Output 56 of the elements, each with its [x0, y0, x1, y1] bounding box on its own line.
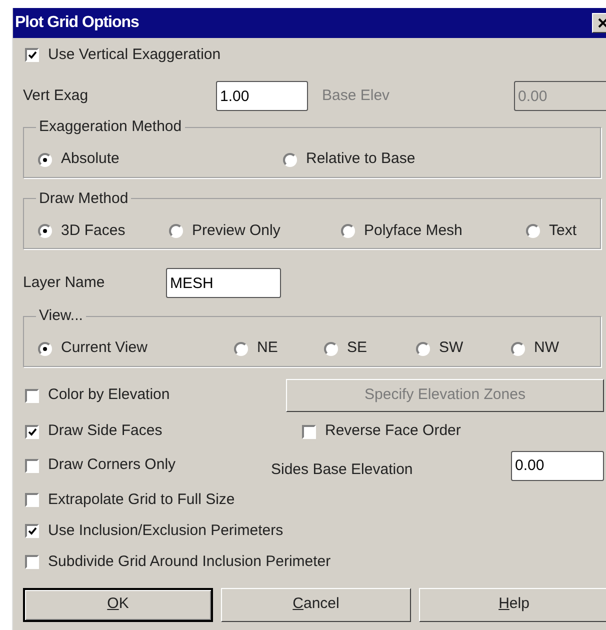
radio-label: Text: [549, 220, 577, 241]
checkbox[interactable]: [25, 424, 39, 438]
text-field[interactable]: 1.00: [216, 81, 308, 111]
checkbox-label: Use Vertical Exaggeration: [48, 44, 221, 65]
field-label: Vert Exag: [23, 86, 90, 106]
radio-label: SW: [439, 338, 464, 358]
radio-label: Current View: [61, 338, 148, 358]
check-icon: [28, 527, 36, 535]
check-icon: [28, 51, 36, 59]
radio-label: Polyface Mesh: [364, 220, 462, 241]
dialog-button[interactable]: Help: [419, 588, 606, 622]
checkbox[interactable]: [25, 48, 39, 62]
group-title: Draw Method: [38, 188, 130, 208]
radio-button[interactable]: [38, 342, 52, 356]
check-icon: [28, 428, 36, 436]
checkbox[interactable]: [25, 458, 39, 472]
checkbox-label: Color by Elevation: [48, 385, 170, 406]
radio-label: Relative to Base: [306, 149, 416, 170]
radio-label: 3D Faces: [61, 220, 126, 241]
text-field[interactable]: MESH: [166, 268, 281, 298]
window-title: Plot Grid Options: [15, 13, 139, 33]
radio-button[interactable]: [234, 342, 248, 356]
checkbox-label: Subdivide Grid Around Inclusion Perimeter: [48, 552, 331, 572]
radio-label: Absolute: [61, 149, 120, 170]
radio-button[interactable]: [416, 342, 430, 356]
radio-label: Preview Only: [192, 220, 280, 241]
field-label: Base Elev: [322, 86, 391, 106]
checkbox-label: Draw Corners Only: [48, 455, 176, 476]
field-label: Sides Base Elevation: [271, 460, 414, 480]
checkbox[interactable]: [25, 555, 39, 569]
checkbox[interactable]: [25, 388, 39, 402]
radio-button[interactable]: [511, 342, 525, 356]
radio-button[interactable]: [341, 224, 355, 238]
radio-button[interactable]: [324, 342, 338, 356]
close-icon: [598, 18, 606, 28]
radio-button[interactable]: [38, 224, 52, 238]
checkbox-label: Extrapolate Grid to Full Size: [48, 490, 235, 510]
dialog-button[interactable]: OK: [23, 588, 213, 622]
radio-label: NE: [257, 338, 278, 358]
radio-button[interactable]: [38, 152, 52, 166]
checkbox-label: Reverse Face Order: [325, 421, 461, 442]
checkbox[interactable]: [25, 493, 39, 507]
checkbox[interactable]: [302, 424, 316, 438]
radio-label: SE: [347, 338, 368, 358]
dialog-button[interactable]: Cancel: [221, 588, 411, 622]
checkbox-label: Use Inclusion/Exclusion Perimeters: [48, 520, 284, 541]
group-title: View...: [38, 306, 84, 326]
field-label: Layer Name: [23, 272, 106, 293]
radio-button[interactable]: [169, 224, 183, 238]
text-field[interactable]: 0.00: [511, 450, 604, 480]
radio-label: NW: [534, 338, 559, 358]
group-title: Exaggeration Method: [38, 117, 183, 137]
checkbox-label: Draw Side Faces: [48, 421, 162, 442]
radio-button[interactable]: [283, 152, 297, 166]
radio-button[interactable]: [526, 224, 540, 238]
checkbox[interactable]: [25, 524, 39, 538]
